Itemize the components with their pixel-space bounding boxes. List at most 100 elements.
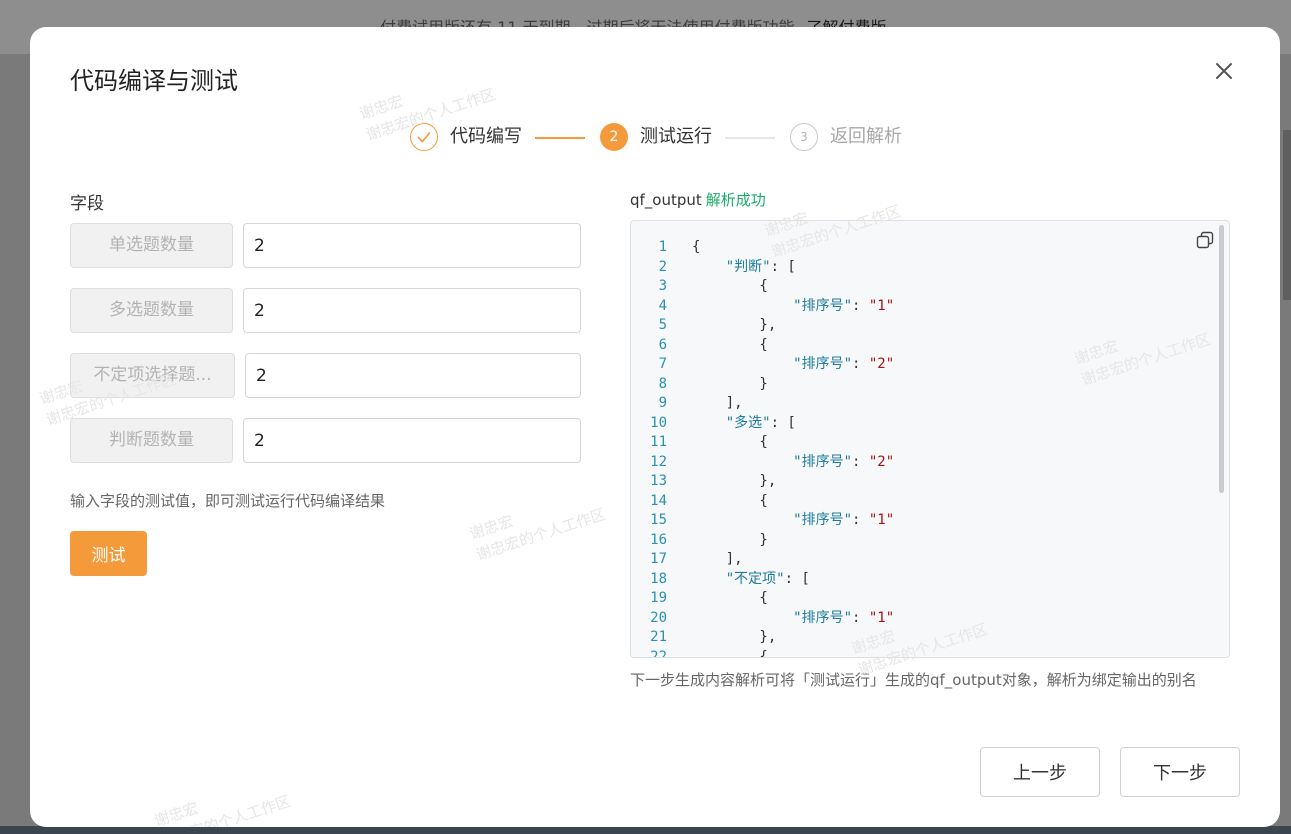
code-text: "多选": [ bbox=[725, 414, 796, 431]
parse-status: 解析成功 bbox=[705, 191, 766, 209]
step-connector-2 bbox=[725, 137, 775, 139]
line-number: 5 bbox=[658, 317, 667, 333]
code-text: } bbox=[692, 375, 768, 392]
field-label-true-false: 判断题数量 bbox=[70, 418, 233, 463]
check-icon bbox=[417, 132, 431, 143]
line-number: 17 bbox=[650, 551, 667, 567]
step-3-label: 返回解析 bbox=[830, 126, 902, 147]
code-line: 3 { bbox=[631, 277, 1211, 297]
code-line: 1{ bbox=[631, 238, 1211, 258]
line-number: 12 bbox=[650, 453, 667, 470]
field-input-multi-choice[interactable] bbox=[243, 288, 581, 333]
step-1-label: 代码编写 bbox=[450, 126, 522, 147]
line-number: 3 bbox=[658, 278, 667, 294]
code-line: 12 "排序号": "2" bbox=[631, 453, 1211, 473]
previous-step-button[interactable]: 上一步 bbox=[980, 747, 1100, 797]
output-heading: qf_output 解析成功 bbox=[630, 189, 766, 210]
code-line: 20 "排序号": "1" bbox=[631, 609, 1211, 629]
code-text: { bbox=[692, 434, 768, 450]
line-number: 13 bbox=[650, 473, 667, 489]
line-number: 4 bbox=[658, 297, 667, 314]
code-text: }, bbox=[692, 629, 777, 645]
line-number: 16 bbox=[650, 531, 667, 548]
watermark: 谢忠宏 谢忠宏的个人工作区 bbox=[467, 505, 608, 564]
code-text: "排序号": "2" bbox=[793, 356, 895, 372]
code-line: 4 "排序号": "1" bbox=[631, 297, 1211, 317]
code-line: 21 }, bbox=[631, 628, 1211, 648]
step-2-label: 测试运行 bbox=[640, 126, 712, 147]
code-line: 7 "排序号": "2" bbox=[631, 355, 1211, 375]
line-number: 20 bbox=[650, 609, 667, 626]
code-text: { bbox=[692, 648, 768, 658]
fields-heading: 字段 bbox=[70, 194, 104, 214]
code-line: 5 }, bbox=[631, 316, 1211, 336]
code-line: 10 "多选": [ bbox=[631, 414, 1211, 434]
line-number: 22 bbox=[650, 648, 667, 658]
code-line: 11 { bbox=[631, 433, 1211, 453]
copy-icon[interactable] bbox=[1196, 231, 1214, 249]
output-code-viewer[interactable]: 1{2 "判断": [3 {4 "排序号": "1" 5 }, 6 {7 "排序号"… bbox=[630, 220, 1230, 658]
field-input-indefinite-choice[interactable] bbox=[245, 353, 581, 398]
code-line: 13 }, bbox=[631, 472, 1211, 492]
close-icon[interactable] bbox=[1212, 59, 1236, 83]
field-row: 单选题数量 bbox=[70, 223, 582, 268]
field-label-single-choice: 单选题数量 bbox=[70, 223, 233, 268]
code-line: 6 { bbox=[631, 336, 1211, 356]
code-line: 2 "判断": [ bbox=[631, 258, 1211, 278]
code-scrollbar[interactable] bbox=[1219, 225, 1224, 493]
line-number: 19 bbox=[650, 590, 667, 606]
test-button[interactable]: 测试 bbox=[70, 531, 147, 576]
dialog-title: 代码编译与测试 bbox=[70, 67, 238, 95]
code-text: { bbox=[692, 239, 701, 255]
code-lines: 1{2 "判断": [3 {4 "排序号": "1" 5 }, 6 {7 "排序号"… bbox=[631, 238, 1211, 658]
line-number: 10 bbox=[650, 414, 667, 431]
line-number: 7 bbox=[658, 356, 667, 372]
code-line: 19 { bbox=[631, 589, 1211, 609]
code-text: ], bbox=[692, 551, 743, 567]
code-text: }, bbox=[692, 473, 777, 489]
step-2-active: 2 bbox=[600, 123, 628, 151]
code-line: 15 "排序号": "1" bbox=[631, 511, 1211, 531]
watermark: 谢忠宏 谢忠宏的个人工作区 bbox=[152, 792, 293, 827]
code-text: "排序号": "2" bbox=[793, 453, 895, 470]
next-step-button[interactable]: 下一步 bbox=[1120, 747, 1240, 797]
code-text: "排序号": "1" bbox=[793, 297, 895, 314]
field-row: 多选题数量 bbox=[70, 288, 582, 333]
stepper: 代码编写 2 测试运行 3 返回解析 bbox=[410, 123, 930, 153]
code-text: "不定项": [ bbox=[725, 570, 810, 587]
line-number: 14 bbox=[650, 492, 667, 509]
code-text: { bbox=[692, 278, 768, 294]
code-line: 14 { bbox=[631, 492, 1211, 512]
background-scrollbar bbox=[1283, 130, 1291, 300]
line-number: 18 bbox=[650, 570, 667, 587]
code-text: }, bbox=[692, 317, 777, 333]
step-3-pending: 3 bbox=[790, 123, 818, 151]
code-text: "排序号": "1" bbox=[793, 609, 895, 626]
code-line: 18 "不定项": [ bbox=[631, 570, 1211, 590]
test-hint: 输入字段的测试值，即可测试运行代码编译结果 bbox=[70, 492, 386, 510]
field-row: 判断题数量 bbox=[70, 418, 582, 463]
line-number: 15 bbox=[650, 512, 667, 528]
code-line: 8 } bbox=[631, 375, 1211, 395]
field-label-multi-choice: 多选题数量 bbox=[70, 288, 233, 333]
output-note: 下一步生成内容解析可将「测试运行」生成的qf_output对象，解析为绑定输出的… bbox=[630, 671, 1197, 689]
line-number: 21 bbox=[650, 629, 667, 645]
code-line: 16 } bbox=[631, 531, 1211, 551]
code-line: 17 ], bbox=[631, 550, 1211, 570]
field-input-single-choice[interactable] bbox=[243, 223, 581, 268]
code-text: { bbox=[692, 590, 768, 606]
code-compile-dialog: 代码编译与测试 代码编写 2 测试运行 3 返回解析 字段 单选题数量 多选题数… bbox=[30, 27, 1280, 827]
field-row: 不定项选择题... bbox=[70, 353, 582, 398]
code-text: ], bbox=[692, 395, 743, 411]
code-text: } bbox=[692, 531, 768, 548]
field-label-indefinite-choice: 不定项选择题... bbox=[70, 353, 235, 398]
step-1-done bbox=[410, 123, 438, 151]
code-text: { bbox=[692, 336, 768, 353]
field-input-true-false[interactable] bbox=[243, 418, 581, 463]
step-connector-1 bbox=[535, 137, 585, 139]
code-text: "排序号": "1" bbox=[793, 512, 895, 528]
line-number: 2 bbox=[658, 258, 667, 275]
code-text: { bbox=[692, 492, 768, 509]
code-line: 22 { bbox=[631, 648, 1211, 658]
background-footer bbox=[0, 826, 1291, 834]
